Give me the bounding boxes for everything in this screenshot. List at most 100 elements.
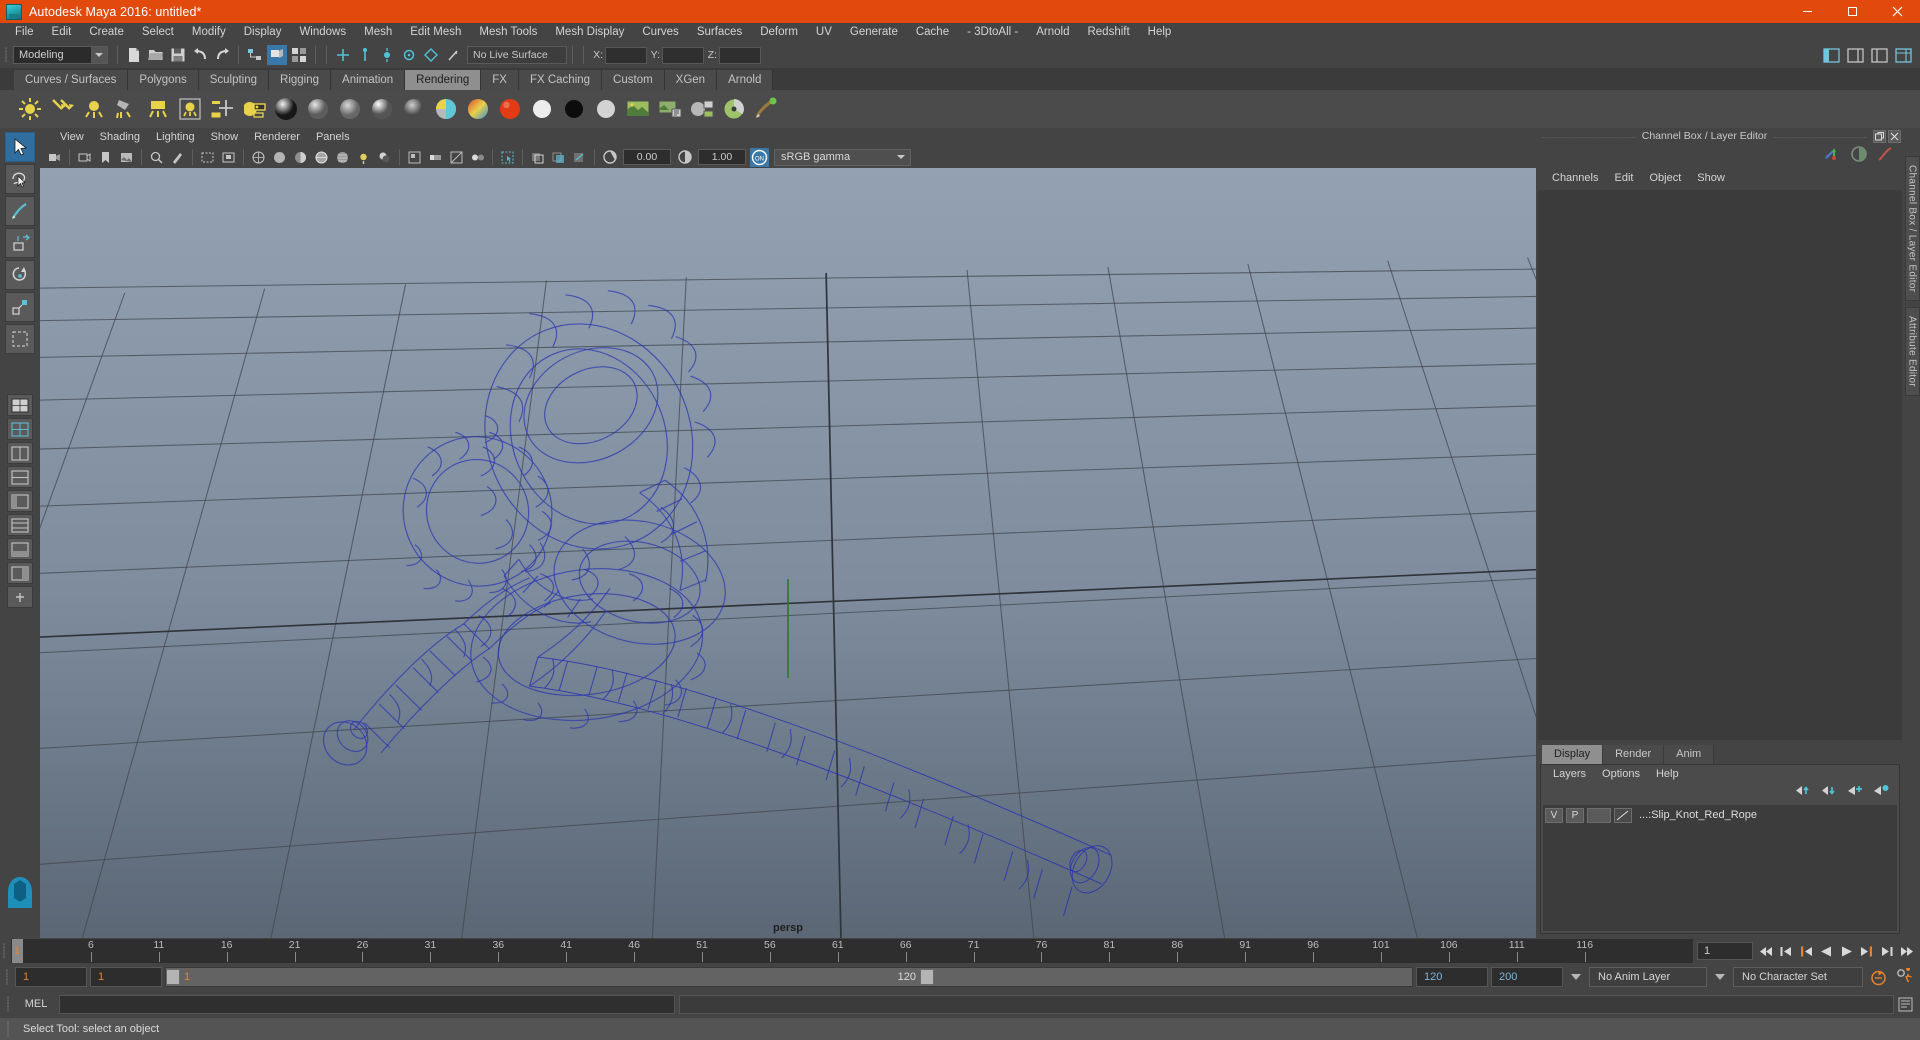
live-surface-field[interactable]: No Live Surface: [467, 46, 567, 64]
shelf-tab-rigging[interactable]: Rigging: [269, 70, 332, 90]
two-pane-stacked-layout-button[interactable]: [7, 466, 33, 488]
multisample-aa-icon[interactable]: [447, 148, 466, 167]
show-channel-box-icon[interactable]: [1893, 45, 1913, 65]
save-scene-button[interactable]: [168, 45, 188, 65]
shelf-tab-rendering[interactable]: Rendering: [405, 70, 482, 90]
time-slider[interactable]: 1 6 11 16 21 26 31 36 41 46 51 56 61 66 71 76 81 86 91 96 1…: [11, 939, 1693, 963]
layer-name[interactable]: ...:Slip_Knot_Red_Rope: [1639, 809, 1757, 821]
layer-row[interactable]: V P ...:Slip_Knot_Red_Rope: [1543, 805, 1897, 825]
animation-end-field[interactable]: 200: [1491, 967, 1563, 987]
hypershade-icon[interactable]: [688, 95, 716, 123]
selection-mode-hierarchy-button[interactable]: [245, 45, 265, 65]
playback-end-field[interactable]: 120: [1416, 967, 1488, 987]
persp-outliner-layout-button[interactable]: [7, 562, 33, 584]
panel-menu-view[interactable]: View: [52, 130, 92, 145]
layer-tab-render[interactable]: Render: [1603, 745, 1665, 764]
xray-joints-icon[interactable]: [549, 148, 568, 167]
step-forward-key-icon[interactable]: [1877, 941, 1896, 961]
character-set-chevron-icon[interactable]: [1715, 974, 1725, 980]
command-line-grip[interactable]: [4, 993, 13, 1015]
snap-to-grid-button[interactable]: [333, 45, 353, 65]
play-forwards-icon[interactable]: [1837, 941, 1856, 961]
auto-keyframe-icon[interactable]: [1866, 968, 1890, 987]
black-material-icon[interactable]: [560, 95, 588, 123]
render-settings-icon[interactable]: [656, 95, 684, 123]
layer-tab-anim[interactable]: Anim: [1664, 745, 1715, 764]
render-current-frame-icon[interactable]: [720, 95, 748, 123]
panel-menu-panels[interactable]: Panels: [308, 130, 358, 145]
shelf-tab-animation[interactable]: Animation: [331, 70, 406, 90]
vtab-attribute-editor[interactable]: Attribute Editor: [1904, 307, 1920, 397]
light-linking-icon[interactable]: [208, 95, 236, 123]
channel-menu-edit[interactable]: Edit: [1606, 171, 1641, 186]
menu-windows[interactable]: Windows: [290, 24, 355, 41]
layer-menu-options[interactable]: Options: [1594, 767, 1648, 782]
open-scene-button[interactable]: [146, 45, 166, 65]
menu-mesh-tools[interactable]: Mesh Tools: [470, 24, 546, 41]
play-backwards-icon[interactable]: [1817, 941, 1836, 961]
menu-uv[interactable]: UV: [807, 24, 841, 41]
show-tool-settings-icon[interactable]: [1869, 45, 1889, 65]
menu-select[interactable]: Select: [133, 24, 183, 41]
attribute-editor-icon[interactable]: [1850, 145, 1868, 168]
menu-help[interactable]: Help: [1139, 24, 1181, 41]
command-language-label[interactable]: MEL: [13, 998, 59, 1010]
command-input[interactable]: [59, 994, 675, 1014]
go-to-end-icon[interactable]: [1897, 941, 1916, 961]
render-view-icon[interactable]: [624, 95, 652, 123]
channel-box-icon[interactable]: [1822, 144, 1842, 169]
ramp-shader-icon[interactable]: [464, 95, 492, 123]
animation-start-field[interactable]: 1: [15, 967, 87, 987]
new-layer-icon[interactable]: [1847, 784, 1863, 802]
shelf-tab-fx[interactable]: FX: [481, 70, 519, 90]
coord-y-input[interactable]: [662, 46, 704, 64]
grease-pencil-icon[interactable]: [168, 148, 187, 167]
sphere-shader-ball-icon[interactable]: [272, 95, 300, 123]
coord-x-input[interactable]: [605, 46, 647, 64]
playback-start-field[interactable]: 1: [90, 967, 162, 987]
redo-button[interactable]: [212, 45, 232, 65]
volume-light-icon[interactable]: [176, 95, 204, 123]
layer-playback-toggle[interactable]: P: [1566, 807, 1584, 823]
show-attribute-editor-icon[interactable]: [1845, 45, 1865, 65]
channel-box-content[interactable]: [1538, 190, 1902, 740]
point-light-icon[interactable]: [80, 95, 108, 123]
time-slider-grip[interactable]: [0, 940, 9, 962]
shelf-tab-sculpting[interactable]: Sculpting: [198, 70, 270, 90]
selection-mode-object-button[interactable]: [267, 45, 287, 65]
help-line-grip[interactable]: [4, 1018, 13, 1040]
channel-menu-channels[interactable]: Channels: [1544, 171, 1606, 186]
gamma-icon[interactable]: [675, 148, 694, 167]
shelf-tab-curves-surfaces[interactable]: Curves / Surfaces: [14, 70, 129, 90]
bookmark-icon[interactable]: [96, 148, 115, 167]
red-material-icon[interactable]: [496, 95, 524, 123]
step-back-key-icon[interactable]: [1777, 941, 1796, 961]
layer-visibility-toggle[interactable]: V: [1545, 807, 1563, 823]
menu-modify[interactable]: Modify: [183, 24, 235, 41]
ambient-light-icon[interactable]: [16, 95, 44, 123]
menu-mesh[interactable]: Mesh: [355, 24, 401, 41]
maximize-button[interactable]: [1830, 0, 1875, 23]
selection-mode-component-button[interactable]: [289, 45, 309, 65]
render-region-icon[interactable]: [219, 148, 238, 167]
channel-menu-show[interactable]: Show: [1689, 171, 1733, 186]
directional-light-icon[interactable]: [48, 95, 76, 123]
menuset-dropdown[interactable]: Modeling: [13, 46, 108, 64]
move-layer-down-icon[interactable]: [1821, 784, 1837, 802]
wireframe-on-shaded-icon[interactable]: [312, 148, 331, 167]
range-slider-grip[interactable]: [3, 966, 12, 988]
layer-menu-help[interactable]: Help: [1648, 767, 1687, 782]
shelf-tab-fx-caching[interactable]: FX Caching: [518, 70, 603, 90]
menu-mesh-display[interactable]: Mesh Display: [546, 24, 633, 41]
menu-3dtoall[interactable]: - 3DtoAll -: [958, 24, 1027, 41]
menu-generate[interactable]: Generate: [841, 24, 907, 41]
menu-surfaces[interactable]: Surfaces: [688, 24, 751, 41]
blinn-shader-icon[interactable]: [304, 95, 332, 123]
layer-menu-layers[interactable]: Layers: [1545, 767, 1594, 782]
anisotropic-shader-icon[interactable]: [400, 95, 428, 123]
anim-layer-dropdown[interactable]: No Anim Layer: [1589, 967, 1707, 987]
menu-curves[interactable]: Curves: [633, 24, 687, 41]
single-pane-layout-button[interactable]: [7, 394, 33, 416]
phong-shader-icon[interactable]: [368, 95, 396, 123]
layer-tab-display[interactable]: Display: [1542, 745, 1604, 764]
